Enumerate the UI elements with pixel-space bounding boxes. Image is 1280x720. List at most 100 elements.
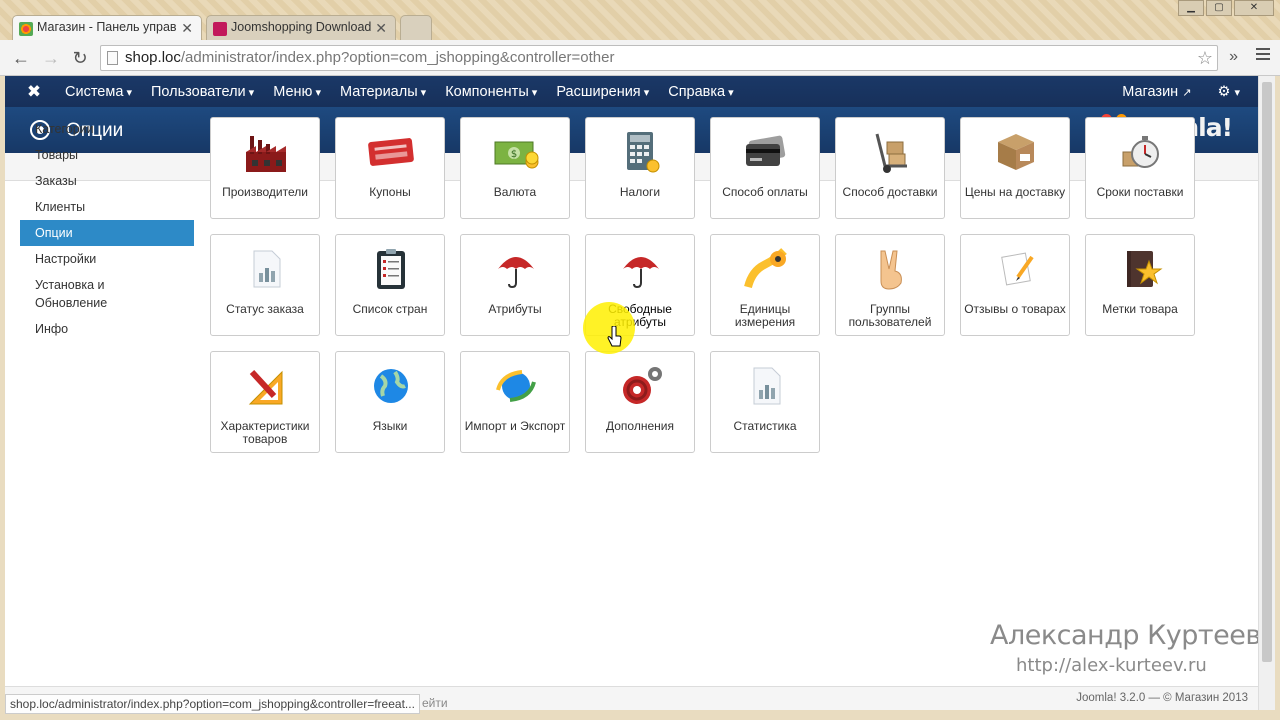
watermark-site: http://alex-kurteev.ru [1016, 655, 1207, 676]
footer-copyright: Joomla! 3.2.0 — © Магазин 2013 [1076, 692, 1248, 704]
clipboard-icon [377, 249, 405, 289]
extensions-icon[interactable]: » [1229, 48, 1238, 66]
maximize-icon[interactable]: ▢ [1206, 0, 1232, 16]
credit-card-icon [746, 135, 786, 166]
component-sidebar: Категории Товары Заказы Клиенты Опции На… [20, 116, 194, 342]
factory-icon [246, 136, 286, 172]
tab-title: Магазин - Панель управ [37, 20, 177, 34]
minimize-icon[interactable]: ▁ [1178, 0, 1204, 16]
browser-tab[interactable]: Joomshopping Download ✕ [206, 15, 396, 42]
globe-icon [374, 369, 408, 403]
umbrella-icon [623, 257, 659, 289]
tile-label: Сроки поставки [1096, 185, 1184, 199]
status-url-bubble: shop.loc/administrator/index.php?option=… [5, 694, 420, 714]
joomla-favicon-icon [19, 22, 33, 36]
tile-label: Отзывы о товарах [964, 302, 1066, 316]
star-book-icon [1127, 251, 1163, 287]
tile-label: Группы пользователей [848, 302, 932, 329]
tile-manufacturers[interactable]: Производители [210, 117, 320, 219]
tile-label: Характеристики товаров [220, 419, 310, 446]
tile-coupons[interactable]: Купоны [335, 117, 445, 219]
menu-menus[interactable]: Меню [273, 84, 321, 100]
tile-payment-method[interactable]: Способ оплаты [710, 117, 820, 219]
globe-sync-icon [496, 370, 536, 402]
settings-gear-icon[interactable]: ⚙ ▾ [1217, 84, 1240, 100]
bookmark-star-icon[interactable]: ☆ [1197, 46, 1213, 70]
browser-tabstrip: Магазин - Панель управ ✕ Joomshopping Do… [0, 0, 1280, 42]
tile-country-list[interactable]: Список стран [335, 234, 445, 336]
menu-content[interactable]: Материалы [340, 84, 426, 100]
tape-measure-icon [744, 248, 787, 289]
sidebar-item-settings[interactable]: Настройки [20, 246, 194, 272]
menu-extensions[interactable]: Расширения [556, 84, 649, 100]
sidebar-item-clients[interactable]: Клиенты [20, 194, 194, 220]
hand-cursor-icon [607, 326, 622, 347]
external-link-icon: ↗ [1182, 86, 1192, 99]
reload-icon[interactable]: ↻ [69, 47, 91, 69]
scrollbar-thumb[interactable] [1262, 82, 1272, 662]
menu-components[interactable]: Компоненты [445, 84, 537, 100]
box-icon [998, 134, 1034, 170]
back-icon[interactable]: ← [10, 47, 32, 69]
tile-label: Языки [372, 419, 408, 433]
calculator-icon [627, 132, 660, 173]
tile-shipping-prices[interactable]: Цены на доставку [960, 117, 1070, 219]
window-close-icon[interactable]: ✕ [1234, 0, 1274, 16]
tile-product-characteristics[interactable]: Характеристики товаров [210, 351, 320, 453]
sidebar-item-options[interactable]: Опции [20, 220, 194, 246]
stopwatch-icon [1122, 136, 1159, 168]
coupon-icon [368, 138, 414, 166]
address-bar[interactable]: shop.loc/administrator/index.php?option=… [100, 45, 1218, 71]
document-chart-icon [753, 367, 781, 405]
tile-statistics[interactable]: Статистика [710, 351, 820, 453]
watermark-author: Александр Куртеев [990, 620, 1261, 651]
tile-label: Метки товара [1102, 302, 1178, 316]
browser-menu-icon[interactable] [1256, 48, 1270, 63]
umbrella-icon [498, 257, 534, 289]
new-tab-button[interactable] [400, 15, 432, 42]
tile-label: Статус заказа [226, 302, 304, 316]
tile-product-reviews[interactable]: Отзывы о товарах [960, 234, 1070, 336]
sidebar-item-install-update[interactable]: Установка и Обновление [20, 272, 194, 316]
menu-users[interactable]: Пользователи [151, 84, 254, 100]
sidebar-item-products[interactable]: Товары [20, 142, 194, 168]
url-path: /administrator/index.php?option=com_jsho… [180, 49, 615, 66]
tile-taxes[interactable]: Налоги [585, 117, 695, 219]
note-pencil-icon [1001, 252, 1034, 286]
money-icon: $ [494, 141, 539, 169]
tile-label: Единицы измерения [734, 302, 796, 329]
tile-currency[interactable]: $ Валюта [460, 117, 570, 219]
sidebar-item-categories[interactable]: Категории [20, 116, 194, 142]
browser-toolbar: ← → ↻ shop.loc/administrator/index.php?o… [0, 40, 1280, 76]
tile-shipping-method[interactable]: Способ доставки [835, 117, 945, 219]
menu-help[interactable]: Справка [668, 84, 733, 100]
tile-delivery-times[interactable]: Сроки поставки [1085, 117, 1195, 219]
sidebar-item-info[interactable]: Инфо [20, 316, 194, 342]
close-icon[interactable]: ✕ [181, 20, 193, 37]
hand-truck-icon [875, 133, 907, 173]
forward-icon[interactable]: → [40, 47, 62, 69]
tile-import-export[interactable]: Импорт и Экспорт [460, 351, 570, 453]
tile-attributes[interactable]: Атрибуты [460, 234, 570, 336]
tile-label: Статистика [733, 419, 797, 433]
tab-title: Joomshopping Download [231, 20, 372, 34]
browser-tab-active[interactable]: Магазин - Панель управ ✕ [12, 15, 202, 42]
tile-languages[interactable]: Языки [335, 351, 445, 453]
tile-product-labels[interactable]: Метки товара [1085, 234, 1195, 336]
tile-label: Цены на доставку [964, 185, 1066, 199]
close-icon[interactable]: ✕ [375, 20, 387, 37]
page-icon [107, 51, 118, 65]
tile-user-groups[interactable]: Группы пользователей [835, 234, 945, 336]
menu-system[interactable]: Система [65, 84, 132, 100]
tile-order-status[interactable]: Статус заказа [210, 234, 320, 336]
sidebar-item-orders[interactable]: Заказы [20, 168, 194, 194]
tile-addons[interactable]: Дополнения [585, 351, 695, 453]
tile-units[interactable]: Единицы измерения [710, 234, 820, 336]
document-chart-icon [253, 250, 281, 288]
status-tail-text: ейти [422, 696, 448, 710]
url-host: shop.loc [125, 49, 181, 66]
page-scrollbar[interactable] [1258, 76, 1275, 710]
joomla-menu-icon[interactable]: ✖ [17, 82, 51, 102]
window-controls: ▁ ▢ ✕ [1178, 0, 1274, 16]
site-link[interactable]: Магазин ↗ [1122, 84, 1191, 100]
